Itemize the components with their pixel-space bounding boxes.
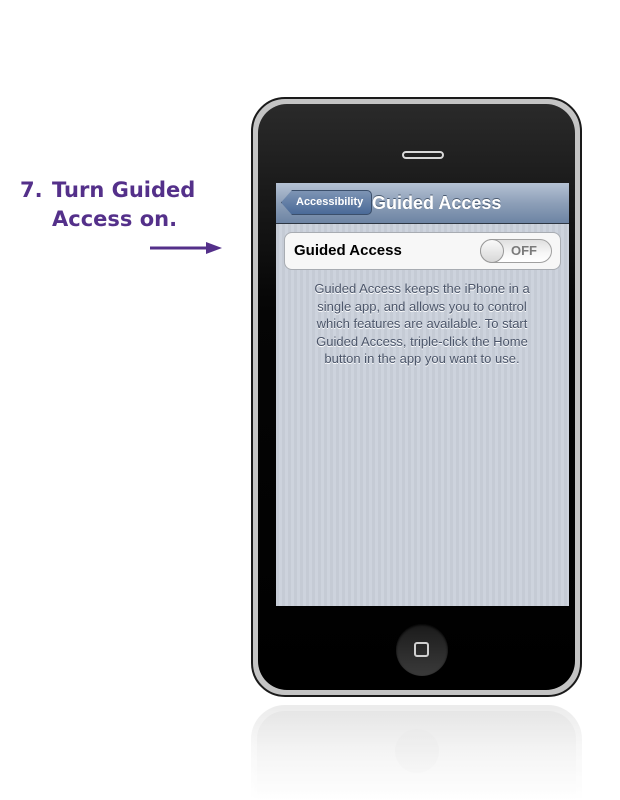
step-text: Turn Guided Access on. (52, 176, 222, 234)
back-button-accessibility[interactable]: Accessibility (281, 190, 373, 215)
earpiece-speaker (402, 151, 444, 159)
iphone-device: Accessibility Guided Access Guided Acces… (251, 97, 582, 697)
page-title: Guided Access (372, 193, 502, 213)
device-screen: Accessibility Guided Access Guided Acces… (276, 183, 569, 606)
guided-access-toggle[interactable]: OFF (480, 239, 552, 263)
description-line: button in the app you want to use. (324, 351, 520, 366)
guided-access-label: Guided Access (294, 242, 402, 259)
home-square-glyph (414, 642, 429, 657)
description-line: which features are available. To start (316, 316, 528, 331)
toggle-knob (480, 239, 504, 263)
step-text-line-1: Turn Guided (52, 178, 196, 202)
reflection-home-button (395, 729, 439, 773)
device-reflection (251, 705, 582, 800)
description-line: single app, and allows you to control (317, 298, 527, 314)
description-line: Guided Access keeps the iPhone in a (314, 281, 530, 296)
arrow-right-icon (150, 242, 222, 254)
navigation-bar: Accessibility Guided Access (276, 183, 569, 224)
step-number: 7. (20, 178, 43, 202)
device-bezel: Accessibility Guided Access Guided Acces… (258, 104, 575, 690)
guided-access-setting-row: Guided Access OFF (284, 232, 561, 270)
guided-access-description: Guided Access keeps the iPhone in a sing… (298, 280, 546, 368)
step-text-line-2: Access on. (52, 207, 178, 231)
toggle-state-label: OFF (511, 243, 537, 258)
home-button-icon[interactable] (396, 624, 448, 676)
description-line: Guided Access, triple-click the Home (316, 333, 528, 349)
